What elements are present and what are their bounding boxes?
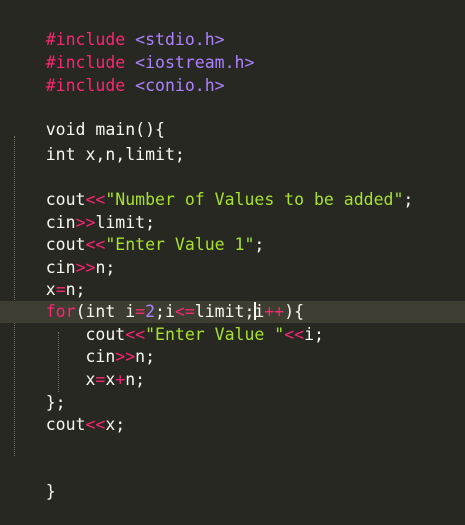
code-line-14-active[interactable]: for(int i=2;i<=limit;i++){ (0, 301, 465, 323)
function-signature: void main(){ (45, 120, 165, 139)
code-line-7[interactable]: int x,n,limit; (6, 144, 185, 166)
identifier: ;i (155, 302, 175, 321)
identifier: (int i (75, 302, 136, 321)
operator: = (135, 302, 146, 321)
code-line-2[interactable]: #include <iostream.h> (6, 30, 255, 72)
keyword-for: for (45, 302, 76, 321)
operator: << (284, 325, 305, 344)
variable-declaration: int x,n,limit; (45, 145, 185, 164)
code-line-5[interactable]: void main(){ (6, 97, 165, 139)
identifier: cout (45, 235, 86, 254)
operator: >> (75, 213, 96, 232)
identifier: x; (105, 415, 126, 434)
identifier: i (254, 302, 265, 321)
identifier: limit; (95, 213, 156, 232)
operator: = (55, 280, 66, 299)
operator: ++ (264, 302, 285, 321)
operator: << (85, 415, 106, 434)
code-editor[interactable]: #include <stdio.h> #include <iostream.h>… (0, 0, 465, 501)
identifier: x (85, 370, 96, 389)
function-close-brace: } (45, 482, 56, 501)
code-line-16[interactable]: cin>>n; (6, 346, 155, 368)
identifier: limit; (194, 302, 255, 321)
operator: + (115, 370, 126, 389)
semicolon: ; (403, 190, 414, 209)
identifier: cout (85, 325, 126, 344)
identifier: ){ (284, 302, 305, 321)
code-line-13[interactable]: x=n; (6, 279, 86, 301)
operator: <= (174, 302, 195, 321)
identifier: n; (135, 347, 156, 366)
number-literal: 2 (145, 302, 156, 321)
code-line-9[interactable]: cout<<"Number of Values to be added"; (6, 189, 414, 211)
string-literal: "Number of Values to be added" (105, 190, 404, 209)
identifier: cin (45, 258, 76, 277)
preprocessor-include: #include (45, 76, 126, 95)
identifier: x (45, 280, 56, 299)
code-line-12[interactable]: cin>>n; (6, 257, 116, 279)
identifier: cin (45, 213, 76, 232)
code-line-1[interactable]: #include <stdio.h> (6, 7, 225, 49)
string-literal: "Enter Value 1" (105, 235, 255, 254)
code-line-17[interactable]: x=x+n; (6, 369, 145, 391)
identifier: n; (65, 280, 86, 299)
code-line-18[interactable]: }; (6, 392, 66, 414)
string-literal: "Enter Value " (145, 325, 285, 344)
identifier: n; (125, 370, 146, 389)
code-line-15[interactable]: cout<<"Enter Value "<<i; (6, 324, 324, 346)
code-line-19[interactable]: cout<<x; (6, 414, 126, 436)
header-name: <conio.h> (135, 76, 225, 95)
code-line-3[interactable]: #include <conio.h> (6, 53, 225, 95)
block-close: }; (45, 393, 66, 412)
identifier: cin (85, 347, 116, 366)
operator: << (85, 190, 106, 209)
code-line-11[interactable]: cout<<"Enter Value 1"; (6, 234, 265, 256)
operator: << (125, 325, 146, 344)
code-line-10[interactable]: cin>>limit; (6, 212, 155, 234)
identifier: cout (45, 415, 86, 434)
code-line-21[interactable]: } (6, 459, 56, 501)
operator: << (85, 235, 106, 254)
identifier: i; (304, 325, 324, 344)
identifier: cout (45, 190, 86, 209)
operator: >> (75, 258, 96, 277)
identifier: x (105, 370, 116, 389)
operator: = (95, 370, 106, 389)
identifier: n; (95, 258, 116, 277)
operator: >> (115, 347, 136, 366)
semicolon: ; (254, 235, 265, 254)
